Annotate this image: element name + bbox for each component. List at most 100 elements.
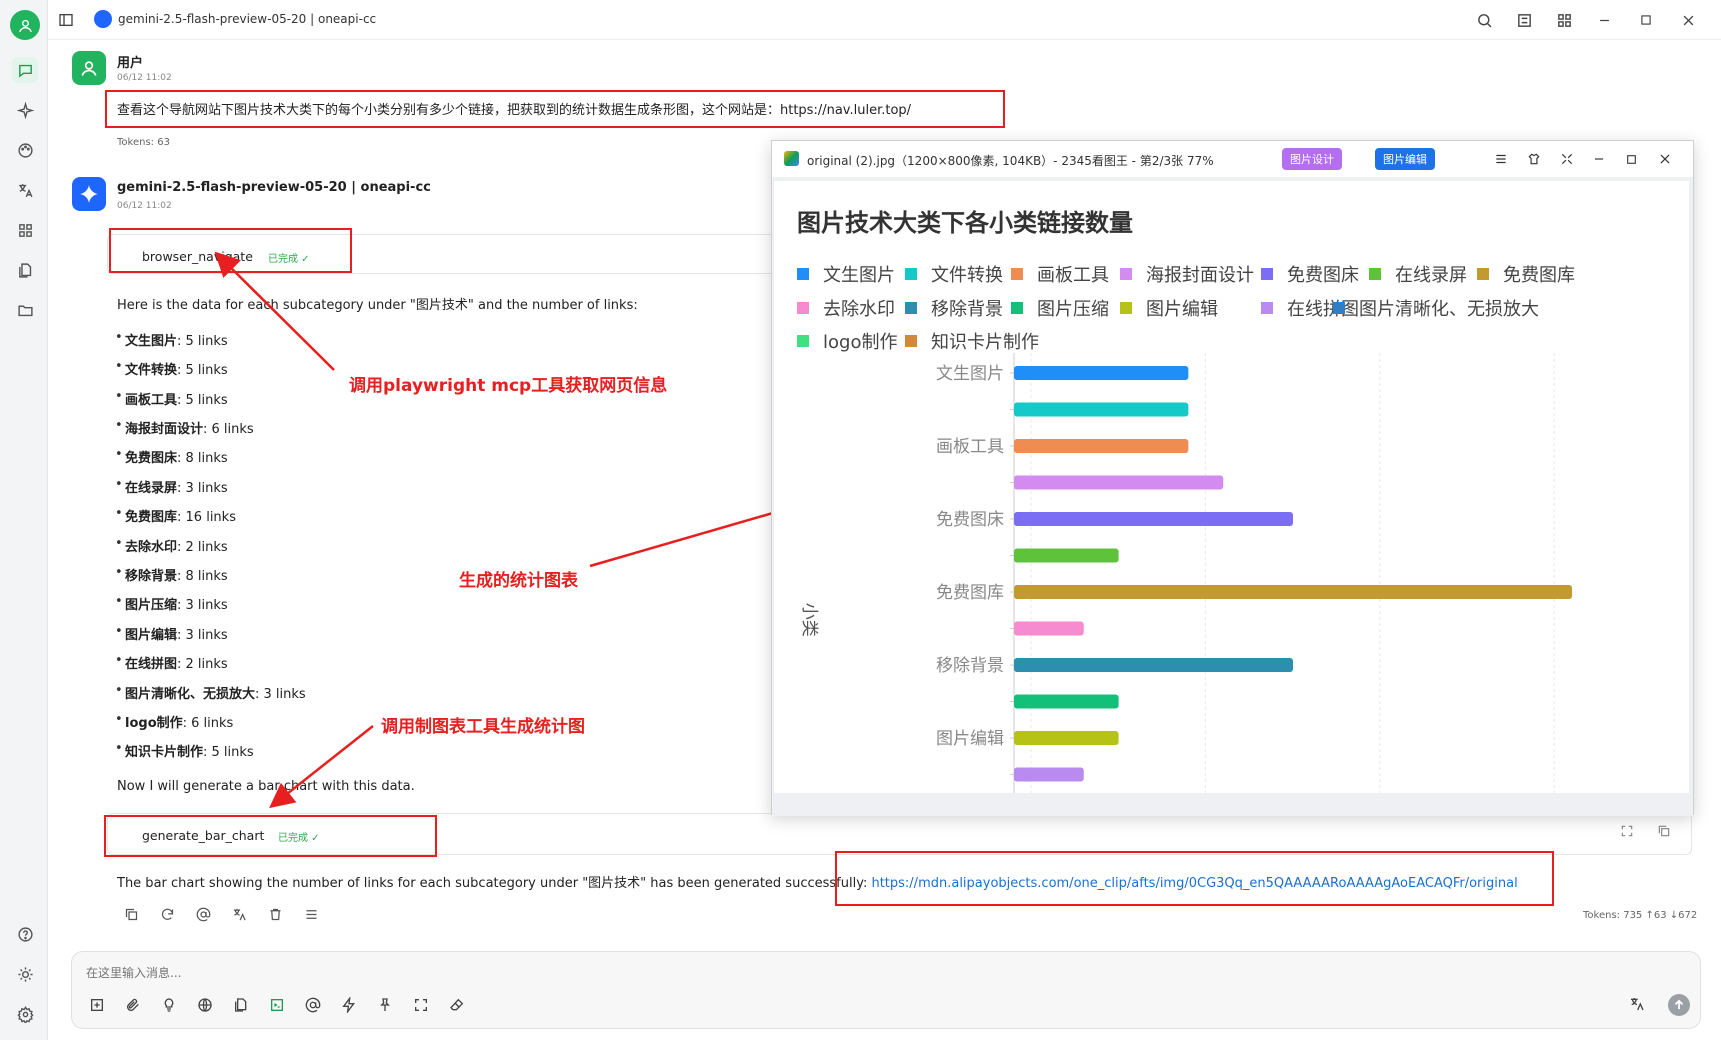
translate-input-icon[interactable]: [1629, 996, 1647, 1014]
bar: [1014, 731, 1119, 745]
bar: [1014, 694, 1119, 709]
arrow-up-icon: [1674, 999, 1684, 1010]
list-item: 海报封面设计: 6 links: [115, 418, 254, 437]
list-item: 移除背景: 8 links: [115, 565, 228, 584]
bar: [1014, 767, 1084, 782]
highlight-box-tool1: [109, 228, 352, 273]
minimize-icon[interactable]: [1594, 10, 1614, 30]
list-item: 画板工具: 5 links: [115, 389, 228, 408]
settings-icon[interactable]: [12, 1001, 38, 1027]
ai-tokens: Tokens: 735 ↑63 ↓672: [1583, 910, 1698, 921]
mention-icon[interactable]: [194, 905, 212, 923]
quick-phrase-icon[interactable]: [340, 996, 358, 1014]
expand-icon[interactable]: [412, 996, 430, 1014]
bar: [1014, 658, 1293, 672]
close-icon[interactable]: [1678, 10, 1698, 30]
bar-chart: 051015文生图片画板工具免费图床免费图库移除背景图片编辑图片清晰化、无损放大…: [799, 353, 1572, 793]
bar: [1014, 512, 1293, 526]
model-logo-icon: [94, 10, 112, 28]
mcp-tools-icon[interactable]: [268, 996, 286, 1014]
new-topic-icon[interactable]: [88, 996, 106, 1014]
list-item: logo制作: 6 links: [115, 712, 233, 731]
image-edit-button[interactable]: 图片编辑: [1375, 148, 1435, 170]
list-item: 免费图床: 8 links: [115, 447, 228, 466]
maximize-icon[interactable]: [1636, 10, 1656, 30]
bar: [1014, 585, 1572, 599]
list-item: 文生图片: 5 links: [115, 330, 228, 349]
ai-name: gemini-2.5-flash-preview-05-20 | oneapi-…: [117, 180, 431, 195]
sidebar-toggle-icon[interactable]: [56, 10, 76, 30]
list-item: 图片清晰化、无损放大: 3 links: [115, 683, 306, 702]
annotation-chart-tool: 调用制图表工具生成统计图: [381, 717, 585, 737]
viewer-menu-icon[interactable]: [1492, 150, 1510, 168]
regenerate-icon[interactable]: [158, 905, 176, 923]
y-tick-label: 文生图片: [936, 364, 1004, 384]
theme-icon[interactable]: [12, 961, 38, 987]
ai-message-avatar: [72, 177, 106, 211]
message-input-box: [71, 951, 1701, 1029]
viewer-maximize-icon[interactable]: [1622, 150, 1640, 168]
clear-icon[interactable]: [448, 996, 466, 1014]
highlight-box-link: [835, 851, 1554, 906]
grid-icon[interactable]: [1554, 10, 1574, 30]
y-tick-label: 免费图床: [936, 510, 1004, 530]
list-item: 图片编辑: 3 links: [115, 624, 228, 643]
user-avatar[interactable]: [10, 10, 40, 40]
chat-icon[interactable]: [12, 57, 38, 83]
list-item: 图片压缩: 3 links: [115, 594, 228, 613]
copy-icon[interactable]: [122, 905, 140, 923]
image-design-button[interactable]: 图片设计: [1282, 148, 1342, 170]
image-viewer-title: original (2).jpg（1200×800像素, 104KB）- 234…: [807, 154, 1214, 168]
mention-model-icon[interactable]: [304, 996, 322, 1014]
bar: [1014, 548, 1119, 563]
layout-icon[interactable]: [1514, 10, 1534, 30]
bar: [1014, 439, 1189, 453]
bar: [1014, 621, 1084, 636]
delete-icon[interactable]: [266, 905, 284, 923]
y-tick-label: 移除背景: [936, 656, 1004, 676]
list-item: 在线拼图: 2 links: [115, 653, 228, 672]
y-tick-label: 图片编辑: [936, 729, 1004, 749]
palette-icon[interactable]: [12, 137, 38, 163]
final-text: The bar chart showing the number of link…: [117, 876, 872, 891]
knowledge-icon[interactable]: [232, 996, 250, 1014]
image-viewer-canvas: 图片技术大类下各小类链接数量 文生图片 文件转换 画板工具 海报封面设计 免费图床 在线录…: [772, 177, 1693, 816]
y-axis-label: 小类: [799, 603, 819, 637]
bar: [1014, 475, 1224, 490]
image-viewer-titlebar: original (2).jpg（1200×800像素, 104KB）- 234…: [772, 141, 1693, 177]
viewer-minimize-icon[interactable]: [1590, 150, 1608, 168]
annotation-playwright: 调用playwright mcp工具获取网页信息: [349, 376, 668, 396]
viewer-skin-icon[interactable]: [1525, 150, 1543, 168]
help-icon[interactable]: [12, 921, 38, 947]
apps-icon[interactable]: [12, 217, 38, 243]
pin-icon[interactable]: [376, 996, 394, 1014]
copy-tool-icon[interactable]: [1657, 824, 1675, 842]
image-viewer-window: original (2).jpg（1200×800像素, 104KB）- 234…: [771, 140, 1694, 816]
web-search-icon[interactable]: [196, 996, 214, 1014]
user-message-time: 06/12 11:02: [117, 73, 172, 83]
search-icon[interactable]: [1474, 10, 1494, 30]
highlight-box-tool2: [104, 815, 437, 857]
y-tick-label: 免费图库: [936, 583, 1004, 603]
left-rail: [0, 0, 48, 1040]
list-item: 在线录屏: 3 links: [115, 477, 228, 496]
send-button[interactable]: [1668, 994, 1690, 1016]
top-bar: gemini-2.5-flash-preview-05-20 | oneapi-…: [48, 0, 1721, 40]
viewer-fullscreen-icon[interactable]: [1558, 150, 1576, 168]
message-input[interactable]: [86, 966, 686, 980]
translate-icon[interactable]: [12, 177, 38, 203]
y-tick-label: 画板工具: [936, 437, 1004, 457]
deep-think-icon[interactable]: [160, 996, 178, 1014]
fullscreen-icon[interactable]: [1620, 824, 1638, 842]
folder-icon[interactable]: [12, 297, 38, 323]
translate-message-icon[interactable]: [230, 905, 248, 923]
highlight-box-user: [105, 90, 1005, 128]
menu-icon[interactable]: [302, 905, 320, 923]
viewer-close-icon[interactable]: [1656, 150, 1674, 168]
files-icon[interactable]: [12, 257, 38, 283]
list-item: 免费图库: 16 links: [115, 506, 236, 525]
bar: [1014, 366, 1189, 380]
sparkle-icon[interactable]: [12, 97, 38, 123]
attachment-icon[interactable]: [124, 996, 142, 1014]
list-item: 文件转换: 5 links: [115, 359, 228, 378]
